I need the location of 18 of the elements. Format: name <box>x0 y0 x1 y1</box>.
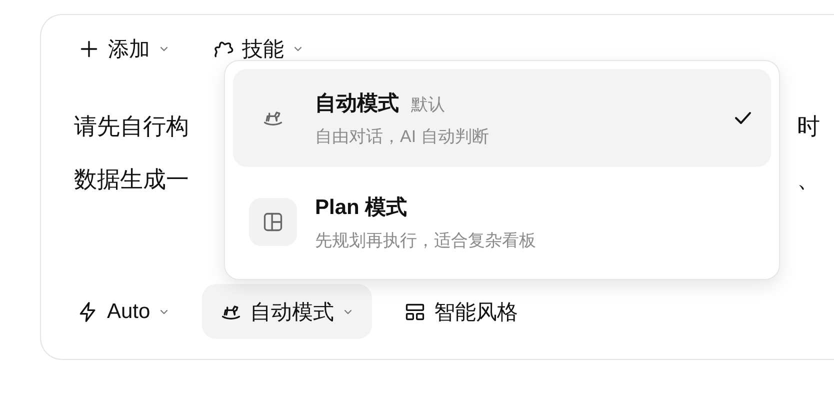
prompt-text: 、 <box>797 165 821 194</box>
default-label: 默认 <box>411 94 445 116</box>
menu-item-description: 自由对话，AI 自动判断 <box>315 126 490 148</box>
layout-icon <box>262 211 284 233</box>
plus-icon <box>78 38 100 60</box>
toolbar-button[interactable]: 智能风格 <box>386 284 536 339</box>
toolbar-button[interactable]: Auto <box>59 284 188 339</box>
menu-item-description: 先规划再执行，适合复杂看板 <box>315 230 537 252</box>
toolbar-button[interactable]: 自动模式 <box>202 284 372 339</box>
menu-item[interactable]: 自动模式 默认 自由对话，AI 自动判断 <box>233 69 771 167</box>
prompt-text: 时 <box>797 112 821 141</box>
prompt-text: 数据生成一 <box>74 165 189 194</box>
toolbar-button[interactable]: 技能 <box>208 31 308 67</box>
menu-item-title: 自动模式 <box>315 90 399 116</box>
prompt-text: 请先自行构 <box>74 112 189 141</box>
menu-item[interactable]: Plan 模式 先规划再执行，适合复杂看板 <box>233 173 771 271</box>
menu-item-title: Plan 模式 <box>315 194 408 220</box>
toolbar-button[interactable]: 添加 <box>74 31 174 67</box>
